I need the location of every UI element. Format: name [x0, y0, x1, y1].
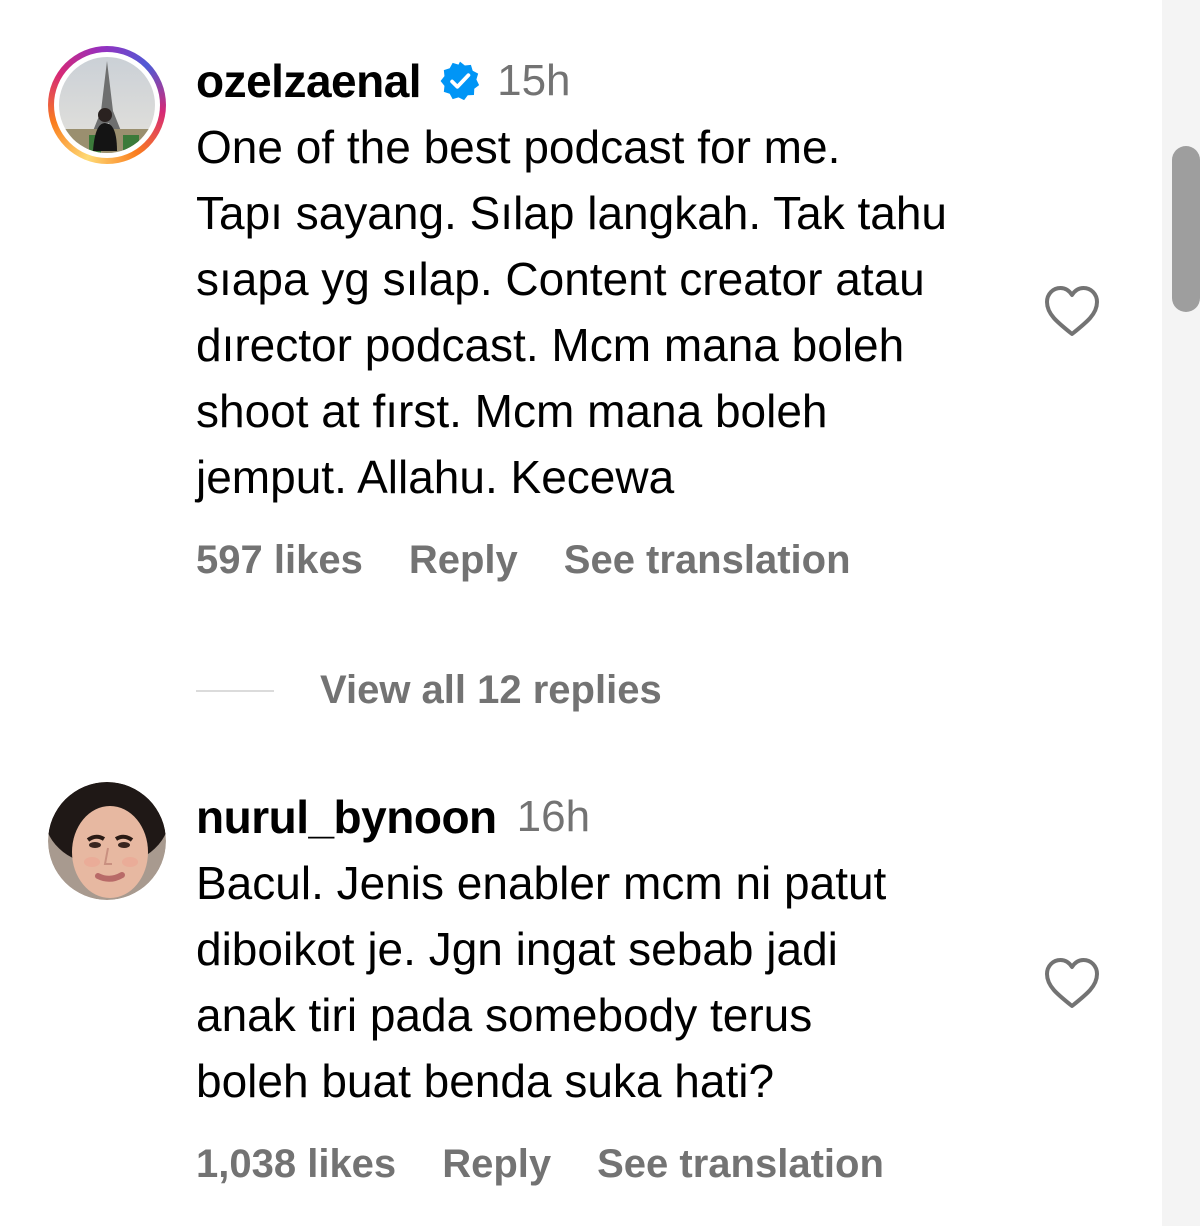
- comment-text: Bacul. Jenis enabler mcm ni patut diboik…: [196, 857, 887, 1107]
- view-replies-button[interactable]: View all 12 replies: [196, 668, 662, 713]
- comment-text: One of the best podcast for me. Tapı say…: [196, 121, 948, 503]
- comment-body: nurul_bynoon 16h Bacul. Jenis enabler mc…: [196, 782, 1046, 1187]
- likes-count[interactable]: 1,038 likes: [196, 1142, 396, 1187]
- heart-outline-icon[interactable]: [1043, 956, 1101, 1012]
- reply-button[interactable]: Reply: [409, 538, 518, 583]
- verified-badge-icon: [439, 60, 481, 102]
- comment-body: ozelzaenal 15h One of the best podcast f…: [196, 46, 1046, 583]
- comments-panel: ozelzaenal 15h One of the best podcast f…: [0, 0, 1200, 1226]
- comment-actions: 597 likes Reply See translation: [196, 538, 1046, 583]
- divider: [196, 689, 274, 692]
- comment-header: nurul_bynoon 16h: [196, 782, 1046, 852]
- scrollbar-thumb[interactable]: [1172, 146, 1200, 312]
- likes-count[interactable]: 597 likes: [196, 538, 363, 583]
- see-translation-button[interactable]: See translation: [564, 538, 851, 583]
- scrollbar-track[interactable]: [1162, 0, 1200, 1226]
- avatar[interactable]: [48, 782, 166, 900]
- comment-actions: 1,038 likes Reply See translation: [196, 1142, 1046, 1187]
- avatar[interactable]: [48, 46, 166, 164]
- comment-timestamp[interactable]: 15h: [497, 56, 570, 106]
- heart-outline-icon[interactable]: [1043, 284, 1101, 340]
- avatar-photo: [48, 782, 166, 900]
- reply-button[interactable]: Reply: [442, 1142, 551, 1187]
- username-link[interactable]: nurul_bynoon: [196, 790, 497, 844]
- view-replies-label: View all 12 replies: [320, 668, 662, 712]
- comment-timestamp[interactable]: 16h: [517, 792, 590, 842]
- see-translation-button[interactable]: See translation: [597, 1142, 884, 1187]
- username-link[interactable]: ozelzaenal: [196, 54, 422, 108]
- comment-header: ozelzaenal 15h: [196, 46, 1046, 116]
- avatar-photo: [59, 57, 155, 153]
